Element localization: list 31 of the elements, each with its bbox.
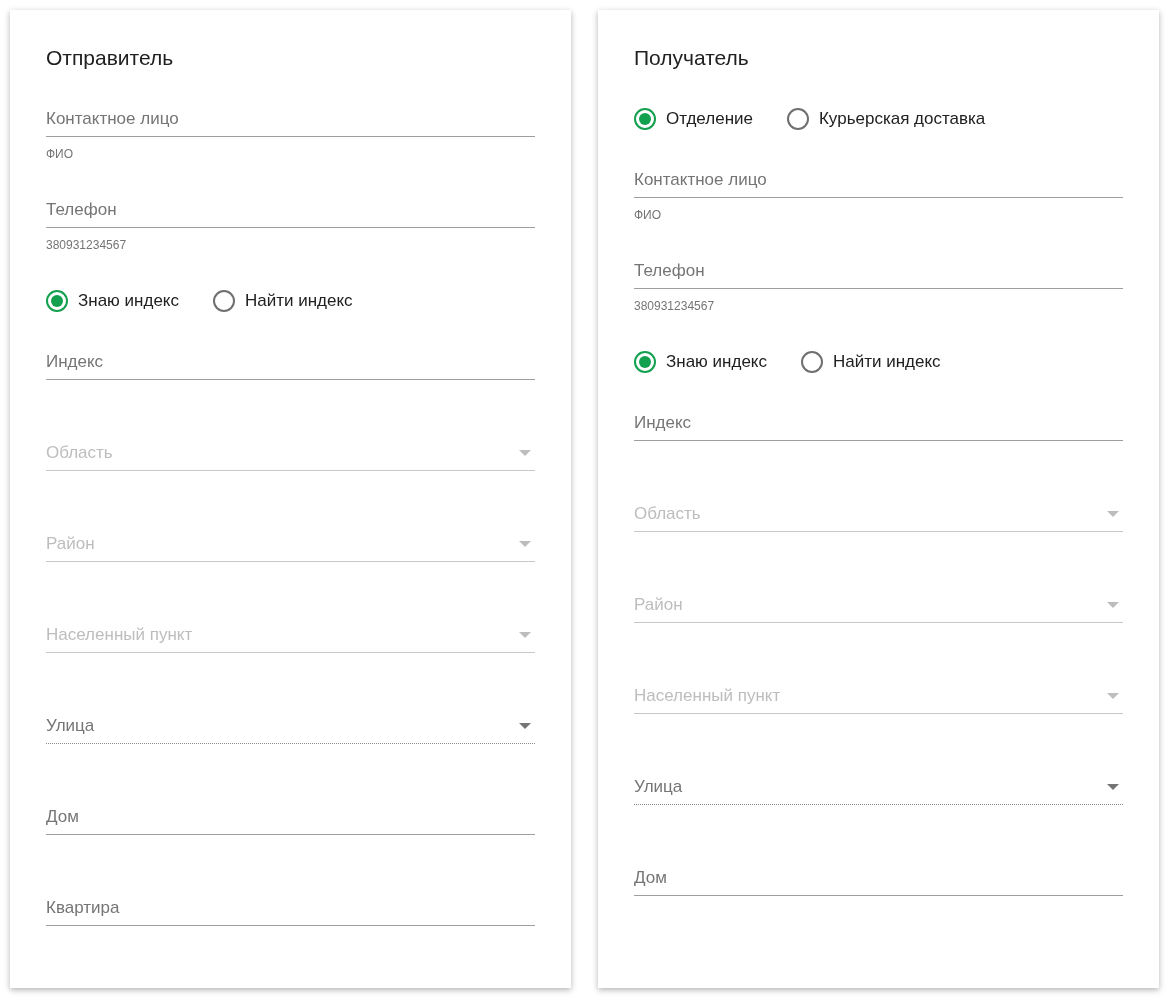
text-field[interactable]: Дом: [46, 799, 535, 835]
radio-option[interactable]: Знаю индекс: [634, 349, 767, 375]
text-field[interactable]: Индекс: [634, 405, 1123, 441]
caret-icon: [1107, 783, 1119, 790]
card-title: Отправитель: [46, 46, 174, 70]
text-field[interactable]: Индекс: [46, 344, 535, 380]
caret-icon: [1107, 601, 1119, 608]
helper-text: 380931234567: [634, 298, 715, 315]
select-field[interactable]: Улица: [46, 708, 535, 744]
text-field[interactable]: Контактное лицо: [46, 101, 535, 137]
caret-icon: [1107, 510, 1119, 517]
select-field[interactable]: Улица: [634, 769, 1123, 805]
text-field[interactable]: Телефон: [634, 253, 1123, 289]
caret-icon: [1107, 692, 1119, 699]
helper-text: 380931234567: [46, 237, 127, 254]
text-field[interactable]: Контактное лицо: [634, 162, 1123, 198]
caret-icon: [519, 449, 531, 456]
caret-icon: [519, 540, 531, 547]
helper-text: ФИО: [46, 146, 74, 163]
card-title: Получатель: [634, 46, 749, 70]
radio-option[interactable]: Курьерская доставка: [786, 106, 986, 132]
caret-icon: [519, 722, 531, 729]
radio-option[interactable]: Отделение: [634, 106, 753, 132]
text-field[interactable]: Телефон: [46, 192, 535, 228]
radio-option[interactable]: Найти индекс: [213, 288, 353, 314]
radio-option[interactable]: Найти индекс: [801, 349, 941, 375]
caret-icon: [519, 631, 531, 638]
text-field[interactable]: Квартира: [46, 890, 535, 926]
helper-text: ФИО: [634, 207, 662, 224]
text-field[interactable]: Дом: [634, 860, 1123, 896]
radio-option[interactable]: Знаю индекс: [46, 288, 179, 314]
